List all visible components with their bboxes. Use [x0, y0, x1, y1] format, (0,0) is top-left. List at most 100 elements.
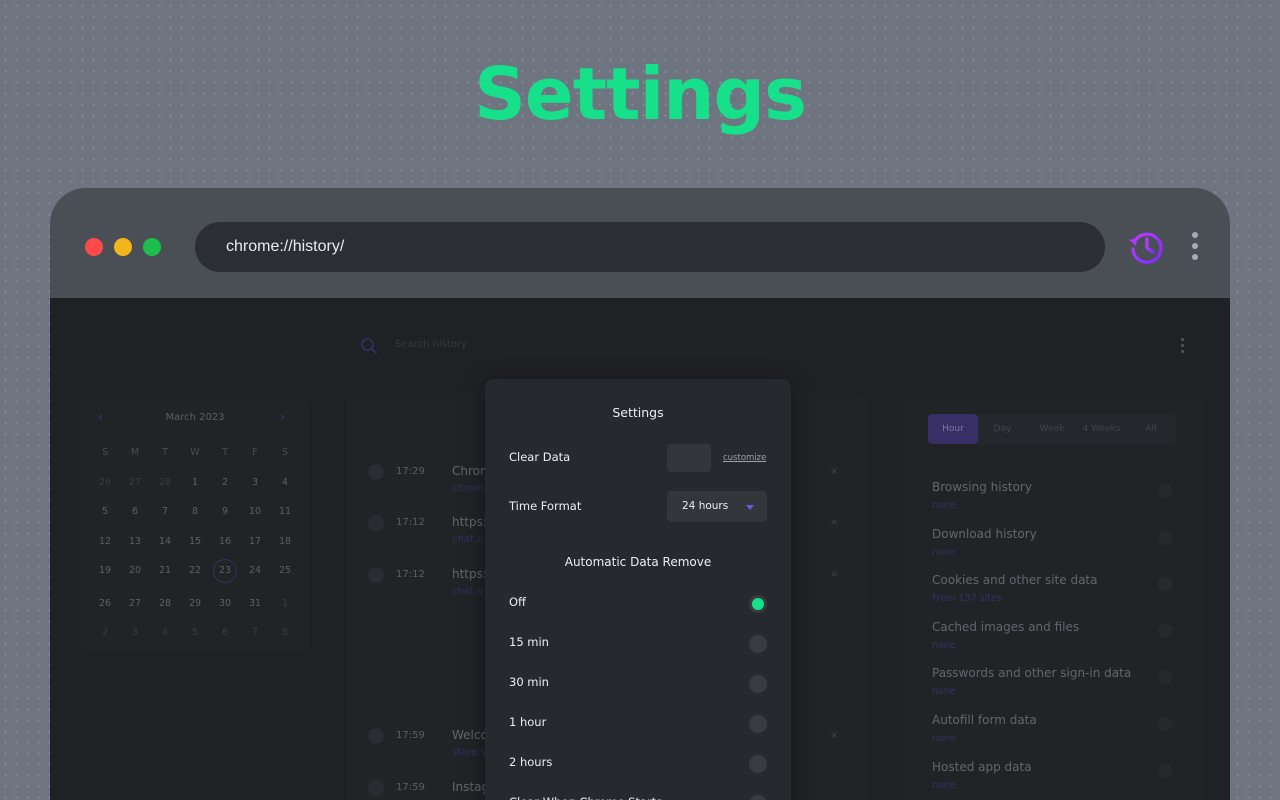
entry-checkbox[interactable] [368, 515, 384, 531]
entry-checkbox[interactable] [368, 464, 384, 480]
calendar-day[interactable]: 22 [180, 562, 210, 580]
auto-remove-option[interactable]: 30 min [485, 675, 791, 715]
range-tab[interactable]: Day [978, 414, 1027, 444]
calendar-day[interactable]: 4 [150, 624, 180, 642]
calendar-day[interactable]: 5 [90, 503, 120, 521]
radio-button[interactable] [749, 595, 767, 613]
entry-title[interactable]: Instag [452, 780, 489, 794]
calendar-day[interactable]: 2 [210, 474, 240, 492]
calendar-day[interactable]: 1 [180, 474, 210, 492]
calendar-day[interactable]: 6 [210, 624, 240, 642]
clear-data-option[interactable]: Cached images and files none [932, 620, 1192, 660]
radio-button[interactable] [749, 795, 767, 800]
history-extension-icon[interactable] [1126, 227, 1166, 267]
auto-remove-option[interactable]: 2 hours [485, 755, 791, 795]
range-tab[interactable]: Week [1027, 414, 1077, 444]
close-window-button[interactable] [85, 238, 103, 256]
calendar-day[interactable]: 13 [120, 533, 150, 551]
radio-button[interactable] [749, 675, 767, 693]
option-name: Cached images and files [932, 619, 1080, 634]
calendar-day[interactable]: 8 [180, 503, 210, 521]
option-checkbox[interactable] [1158, 577, 1172, 592]
clear-data-option[interactable]: Browsing history none [932, 480, 1192, 520]
calendar-day-selected[interactable]: 23 [213, 559, 237, 583]
calendar-day[interactable]: 17 [240, 533, 270, 551]
calendar-day[interactable]: 3 [240, 474, 270, 492]
close-icon[interactable]: × [830, 569, 838, 580]
calendar-day[interactable]: 6 [120, 503, 150, 521]
clear-data-option[interactable]: Download history none [932, 527, 1192, 567]
range-tab[interactable]: 4 Weeks [1077, 414, 1126, 444]
auto-remove-option[interactable]: Off [485, 595, 791, 635]
customize-link[interactable]: customize [723, 453, 766, 463]
clear-data-option[interactable]: Cookies and other site data From 137 site… [932, 573, 1192, 613]
calendar-day[interactable]: 9 [210, 503, 240, 521]
calendar-day[interactable]: 29 [180, 595, 210, 613]
calendar-day[interactable]: 25 [270, 562, 300, 580]
auto-remove-option[interactable]: Clear When Chrome Starts [485, 795, 791, 800]
calendar-day[interactable]: 19 [90, 562, 120, 580]
calendar-day[interactable]: 10 [240, 503, 270, 521]
clear-data-button[interactable] [667, 444, 711, 472]
history-search[interactable]: Search history [350, 328, 870, 364]
calendar-day[interactable]: 7 [240, 624, 270, 642]
option-checkbox[interactable] [1158, 717, 1172, 731]
option-checkbox[interactable] [1158, 623, 1172, 638]
close-icon[interactable]: × [830, 730, 838, 741]
auto-remove-option[interactable]: 1 hour [485, 715, 791, 755]
calendar-day[interactable]: 26 [90, 474, 120, 492]
auto-remove-option[interactable]: 15 min [485, 635, 791, 675]
range-tab[interactable]: Hour [928, 414, 978, 444]
calendar-day[interactable]: 27 [120, 474, 150, 492]
clear-data-option[interactable]: Autofill form data none [932, 713, 1192, 753]
entry-title[interactable]: https: [452, 515, 487, 529]
option-checkbox[interactable] [1158, 670, 1172, 685]
calendar-day[interactable]: 4 [270, 474, 300, 492]
calendar-day[interactable]: 7 [150, 503, 180, 521]
calendar-day[interactable]: 26 [90, 595, 120, 613]
calendar-day[interactable]: 14 [150, 533, 180, 551]
entry-title[interactable]: https: [452, 567, 487, 581]
radio-button[interactable] [749, 715, 767, 733]
calendar-day[interactable]: 18 [270, 533, 300, 551]
calendar-day[interactable]: 11 [270, 503, 300, 521]
entry-checkbox[interactable] [368, 728, 384, 744]
calendar-day[interactable]: 27 [120, 595, 150, 613]
entry-title[interactable]: Welco [452, 728, 488, 742]
radio-button[interactable] [749, 635, 767, 653]
entry-time: 17:29 [396, 466, 425, 477]
calendar-day[interactable]: 12 [90, 533, 120, 551]
calendar-day[interactable]: 16 [210, 533, 240, 551]
clear-data-option[interactable]: Hosted app data none [932, 760, 1192, 800]
calendar-day[interactable]: 5 [180, 624, 210, 642]
calendar-day[interactable]: 21 [150, 562, 180, 580]
option-checkbox[interactable] [1158, 530, 1172, 545]
calendar-day[interactable]: 3 [120, 624, 150, 642]
calendar-day[interactable]: 28 [150, 595, 180, 613]
close-icon[interactable]: × [830, 517, 838, 528]
calendar-day[interactable]: 1 [270, 595, 300, 613]
calendar-day[interactable]: 30 [210, 595, 240, 613]
calendar-day[interactable]: 28 [150, 474, 180, 492]
close-icon[interactable]: × [830, 466, 838, 477]
calendar-day[interactable]: 20 [120, 562, 150, 580]
calendar-day[interactable]: 15 [180, 533, 210, 551]
page-menu-icon[interactable] [1177, 338, 1187, 358]
clear-data-option[interactable]: Passwords and other sign-in data none [932, 666, 1192, 706]
entry-checkbox[interactable] [368, 780, 384, 796]
minimize-window-button[interactable] [114, 238, 132, 256]
address-bar[interactable]: chrome://history/ [195, 222, 1105, 272]
calendar-day[interactable]: 8 [270, 624, 300, 642]
time-format-select[interactable]: 24 hours [667, 491, 767, 522]
entry-checkbox[interactable] [368, 567, 384, 583]
option-checkbox[interactable] [1158, 763, 1172, 778]
radio-button[interactable] [749, 755, 767, 773]
browser-menu-icon[interactable] [1188, 232, 1202, 264]
maximize-window-button[interactable] [143, 238, 161, 256]
range-tab[interactable]: All [1126, 414, 1176, 444]
calendar-next-icon[interactable]: › [280, 410, 285, 425]
calendar-day[interactable]: 31 [240, 595, 270, 613]
calendar-day[interactable]: 24 [240, 562, 270, 580]
calendar-day[interactable]: 2 [90, 624, 120, 642]
option-checkbox[interactable] [1158, 484, 1172, 498]
